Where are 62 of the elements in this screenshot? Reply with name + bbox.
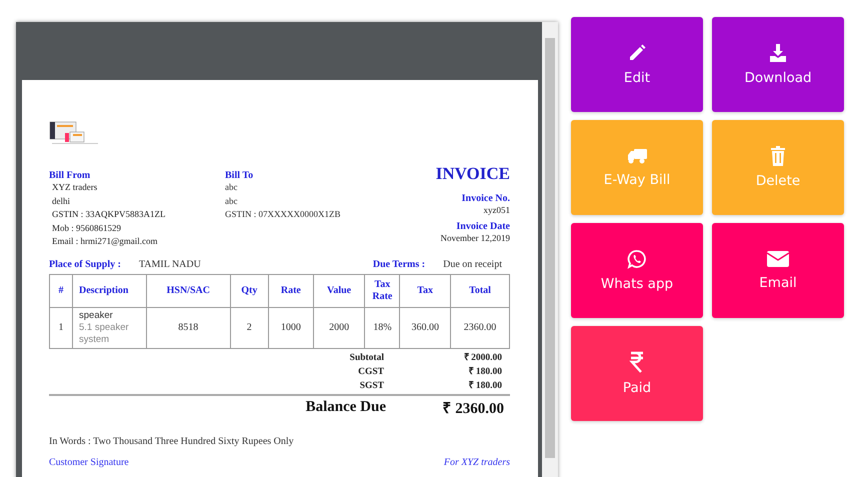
table-cell: 360.00 — [400, 307, 450, 348]
truck-icon — [626, 147, 648, 165]
table-cell: 1000 — [268, 307, 314, 348]
balance-due-amount: ₹ 2360.00 — [442, 400, 505, 418]
table-cell: 2360.00 — [450, 307, 510, 348]
bill-to-line: abc — [225, 194, 238, 208]
column-header: Tax Rate — [364, 274, 400, 307]
trash-icon — [770, 146, 786, 166]
column-header: Rate — [268, 274, 314, 307]
balance-due-label: Balance Due — [306, 398, 386, 416]
action-button[interactable]: Edit — [571, 17, 703, 112]
bill-from-line: GSTIN : 33AQKPV5883A1ZL — [51, 208, 166, 221]
invoice-number-label: Invoice No. — [462, 193, 510, 204]
column-header: Tax — [400, 274, 450, 307]
download-icon — [768, 43, 788, 63]
table-cell: 2000 — [313, 307, 365, 348]
total-label: Subtotal — [348, 352, 384, 364]
due-terms: Due on receipt — [443, 258, 502, 270]
scrollbar[interactable] — [542, 22, 558, 477]
item-name: speaker — [79, 310, 114, 322]
column-header: Description — [72, 274, 146, 307]
company-signature: For XYZ traders — [444, 456, 510, 468]
place-of-supply-label: Place of Supply : — [49, 258, 121, 270]
column-header: # — [50, 274, 72, 307]
action-button[interactable]: Email — [712, 223, 844, 318]
bill-from-line: delhi — [51, 194, 71, 208]
chat-phone-icon — [627, 249, 647, 269]
bill-from-heading: Bill From — [49, 170, 92, 181]
table-cell: 18% — [364, 307, 400, 348]
column-header: Qty — [230, 274, 268, 307]
action-button[interactable]: Paid — [571, 326, 703, 421]
item-detail: 5.1 speaker system — [79, 322, 130, 346]
customer-signature: Customer Signature — [49, 456, 129, 468]
table-cell: 1 — [50, 307, 72, 348]
bill-to-line: GSTIN : 07XXXXX0000X1ZB — [225, 208, 342, 221]
due-terms-label: Due Terms : — [372, 258, 426, 270]
column-header: Value — [313, 274, 365, 307]
bill-to-line: abc — [225, 181, 238, 194]
table-cell: 2 — [230, 307, 268, 348]
action-button[interactable]: Download — [712, 17, 844, 112]
rupee-icon — [629, 351, 645, 373]
total-amount: ₹ 180.00 — [468, 380, 503, 392]
total-label: SGST — [358, 380, 384, 392]
bill-from-line: Mob : 9560861529 — [51, 222, 122, 234]
table-cell: 8518 — [146, 307, 230, 348]
amount-in-words: In Words : Two Thousand Three Hundred Sixty Rupees Only — [49, 436, 295, 446]
bill-to-heading: Bill To — [225, 170, 254, 181]
pencil-icon — [627, 43, 647, 63]
column-header: HSN/SAC — [146, 274, 230, 307]
bill-from-line: Email : hrmi271@gmail.com — [51, 235, 159, 248]
bill-from-line: XYZ traders — [51, 181, 98, 194]
action-button[interactable]: Whats app — [571, 223, 703, 318]
invoice-title: INVOICE — [436, 164, 510, 184]
envelope-icon — [766, 250, 790, 268]
invoice-number: xyz051 — [484, 204, 510, 217]
invoice-date: November 12,2019 — [440, 232, 510, 244]
total-amount: ₹ 180.00 — [468, 366, 503, 378]
column-header: Total — [450, 274, 510, 307]
total-label: CGST — [357, 366, 384, 378]
place-of-supply: TAMIL NADU — [138, 258, 201, 270]
invoice-date-label: Invoice Date — [456, 220, 510, 232]
total-amount: ₹ 2000.00 — [462, 352, 503, 364]
